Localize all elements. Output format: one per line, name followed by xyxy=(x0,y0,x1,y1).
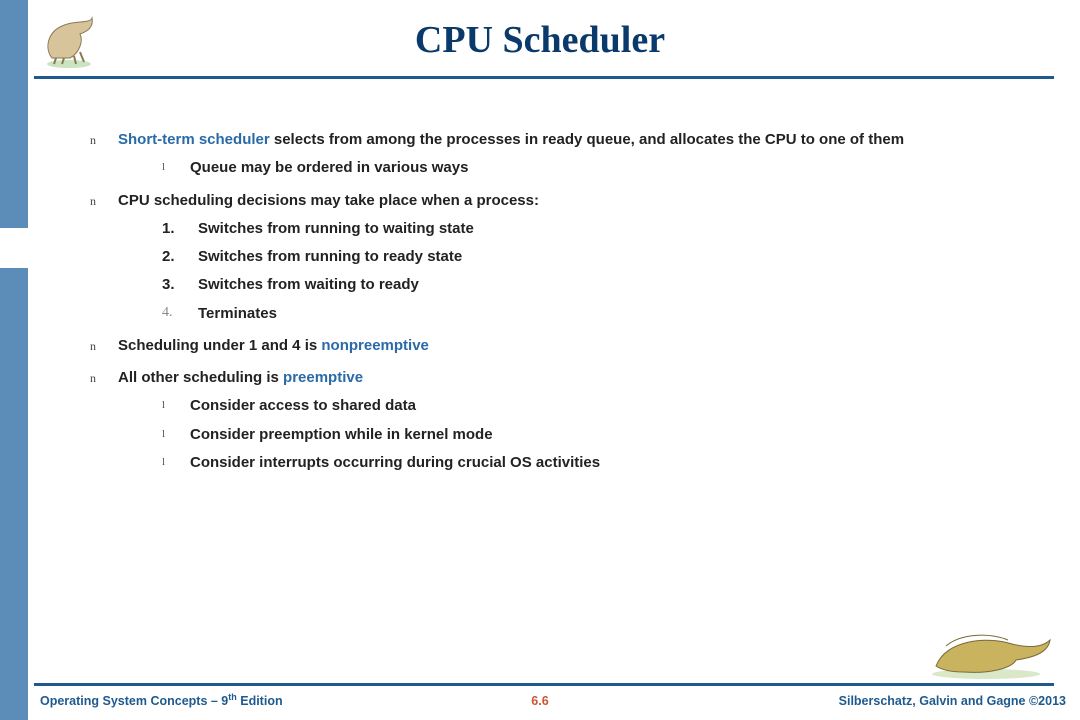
bullet-item: n Scheduling under 1 and 4 is nonpreempt… xyxy=(90,336,1050,356)
keyword-nonpreemptive: nonpreemptive xyxy=(321,337,429,354)
bullet-text-pre: All other scheduling is xyxy=(118,369,283,386)
title-underline xyxy=(34,76,1054,79)
sub-bullet-item: l Queue may be ordered in various ways xyxy=(162,158,1050,178)
footer-right: Silberschatz, Galvin and Gagne ©2013 xyxy=(839,694,1066,708)
sub-bullet-text: Queue may be ordered in various ways xyxy=(190,159,468,176)
sub-bullet-item: l Consider access to shared data xyxy=(162,396,1050,416)
numbered-text: Terminates xyxy=(198,305,277,322)
bullet-text: Scheduling under 1 and 4 is nonpreemptiv… xyxy=(118,337,429,354)
bullet-text: CPU scheduling decisions may take place … xyxy=(118,192,539,209)
bullet-item: n Short-term scheduler selects from amon… xyxy=(90,130,1050,179)
list-number: 1. xyxy=(162,219,175,239)
sub-bullet-item: l Consider preemption while in kernel mo… xyxy=(162,425,1050,445)
numbered-text: Switches from waiting to ready xyxy=(198,276,419,293)
numbered-item: 2. Switches from running to ready state xyxy=(162,247,1050,267)
bullet-text: Short-term scheduler selects from among … xyxy=(118,131,904,148)
footer-rule xyxy=(34,683,1054,686)
sub-bullet-item: l Consider interrupts occurring during c… xyxy=(162,453,1050,473)
bullet-n-icon: n xyxy=(90,132,96,148)
bullet-l-icon: l xyxy=(162,455,165,470)
list-number: 2. xyxy=(162,247,175,267)
bullet-text-pre: Scheduling under 1 and 4 is xyxy=(118,337,321,354)
bullet-item: n CPU scheduling decisions may take plac… xyxy=(90,191,1050,324)
sub-bullet-text: Consider interrupts occurring during cru… xyxy=(190,454,600,471)
bullet-l-icon: l xyxy=(162,398,165,413)
left-accent-gap xyxy=(0,228,28,268)
bullet-text: All other scheduling is preemptive xyxy=(118,369,363,386)
bullet-n-icon: n xyxy=(90,338,96,354)
slide-title: CPU Scheduler xyxy=(0,18,1080,62)
numbered-item: 3. Switches from waiting to ready xyxy=(162,275,1050,295)
content-area: n Short-term scheduler selects from amon… xyxy=(90,130,1050,485)
numbered-text: Switches from running to waiting state xyxy=(198,220,474,237)
numbered-item: 4. Terminates xyxy=(162,304,1050,324)
list-number: 4. xyxy=(162,304,173,323)
keyword-short-term: Short-term scheduler xyxy=(118,131,270,148)
sub-bullet-text: Consider preemption while in kernel mode xyxy=(190,426,493,443)
bullet-l-icon: l xyxy=(162,160,165,175)
bullet-n-icon: n xyxy=(90,370,96,386)
numbered-text: Switches from running to ready state xyxy=(198,248,462,265)
sub-bullet-text: Consider access to shared data xyxy=(190,397,416,414)
bullet-text-rest: selects from among the processes in read… xyxy=(270,131,904,148)
slide: CPU Scheduler n Short-term scheduler sel… xyxy=(0,0,1080,720)
left-accent-bar xyxy=(0,0,28,720)
list-number: 3. xyxy=(162,275,175,295)
keyword-preemptive: preemptive xyxy=(283,369,363,386)
dinosaur-logo-bottom xyxy=(916,626,1056,680)
bullet-item: n All other scheduling is preemptive l C… xyxy=(90,368,1050,473)
bullet-l-icon: l xyxy=(162,427,165,442)
bullet-n-icon: n xyxy=(90,193,96,209)
numbered-item: 1. Switches from running to waiting stat… xyxy=(162,219,1050,239)
